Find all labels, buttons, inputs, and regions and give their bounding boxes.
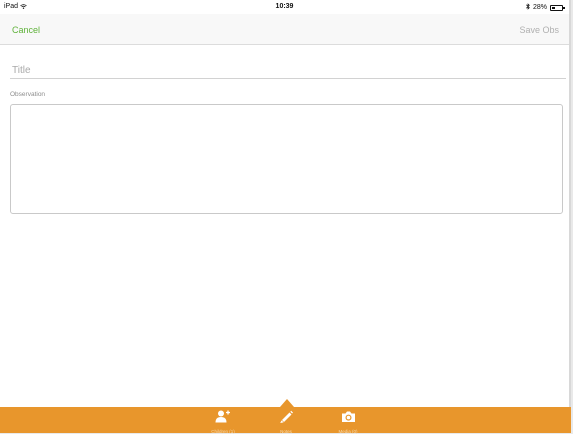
- cancel-button[interactable]: Cancel: [12, 25, 40, 35]
- status-time: 10:39: [275, 3, 294, 10]
- camera-icon: [341, 407, 356, 428]
- tab-notes[interactable]: Notes: [263, 407, 309, 434]
- selected-tab-indicator: [280, 399, 294, 407]
- tab-children[interactable]: Children (1): [200, 407, 246, 434]
- add-person-icon: [215, 407, 231, 428]
- navigation-bar: Cancel Save Obs: [0, 14, 569, 45]
- save-obs-button[interactable]: Save Obs: [519, 25, 559, 35]
- battery-percent: 28%: [532, 4, 547, 11]
- tab-media[interactable]: Media (0): [325, 407, 371, 434]
- bluetooth-icon: [526, 3, 530, 12]
- observation-label: Observation: [10, 91, 46, 98]
- status-right: 28%: [526, 3, 565, 12]
- pencil-icon: [279, 407, 293, 428]
- tab-bar: Children (1) Notes Media (0): [0, 407, 571, 434]
- tab-children-label: Children (1): [211, 429, 235, 434]
- battery-icon: [550, 4, 565, 11]
- tab-media-label: Media (0): [338, 429, 358, 434]
- title-input[interactable]: [10, 62, 566, 79]
- status-bar: iPad 10:39 28%: [0, 0, 569, 14]
- observation-textarea[interactable]: [10, 104, 563, 214]
- ipad-screen: iPad 10:39 28% Cancel Save Obs Obse: [0, 0, 571, 434]
- tab-notes-label: Notes: [280, 429, 292, 434]
